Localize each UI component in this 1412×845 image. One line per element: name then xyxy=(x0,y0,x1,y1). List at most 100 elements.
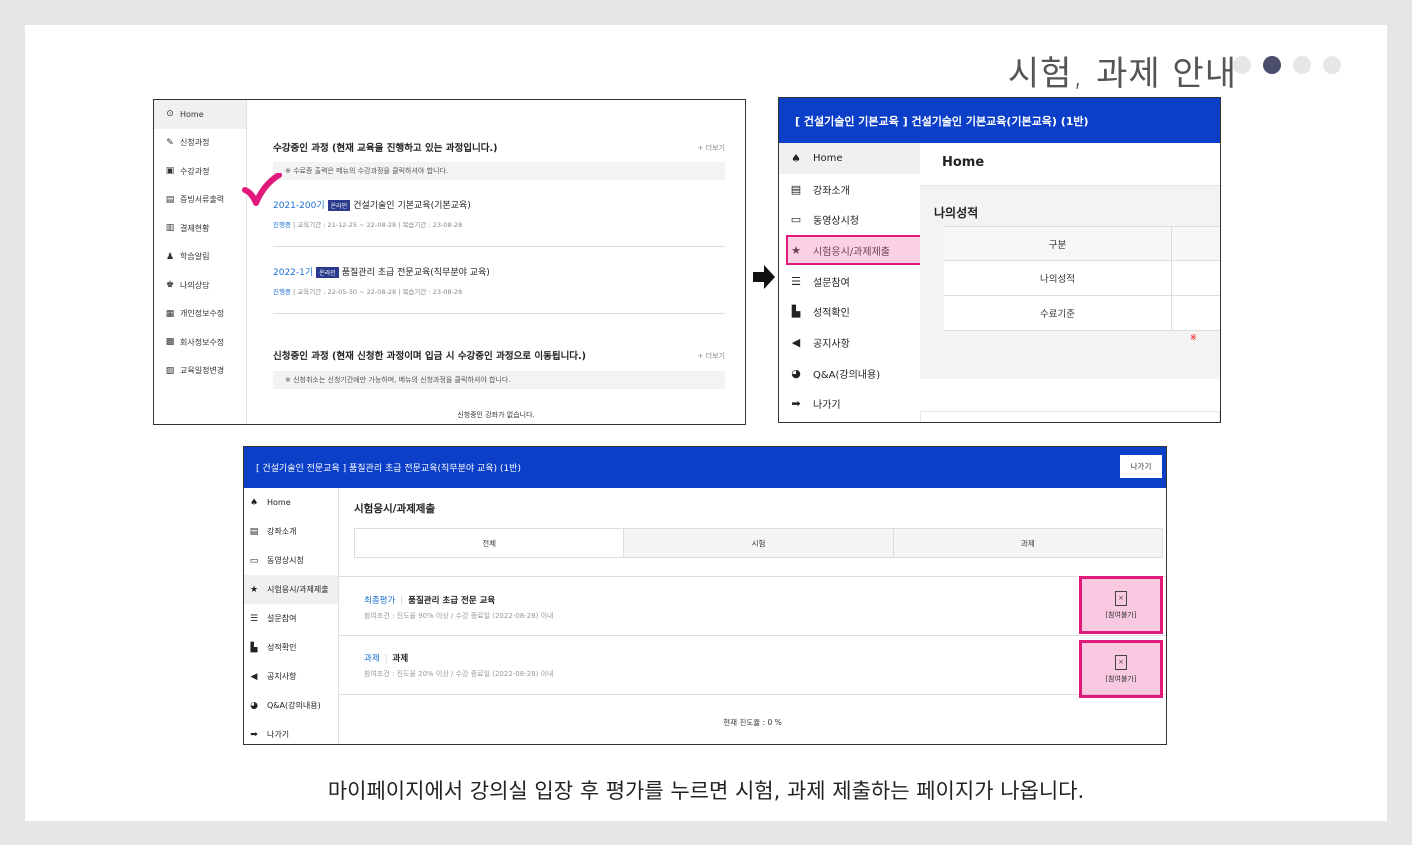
sidebar-item-consult[interactable]: ♚ 나의상담 xyxy=(154,271,246,300)
entry-name: 품질관리 초급 전문 교육 xyxy=(408,596,496,606)
tab-assignment[interactable]: 과제 xyxy=(892,529,1162,557)
exit-button[interactable]: 나가기 xyxy=(1120,455,1162,478)
mypage-sidebar: ⊙ Home ✎ 신청과정 ▣ 수강과정 ▤ 증빙서류출력 ▥ 결제현황 ♟ 학습알림 ♚ 나… xyxy=(154,100,247,424)
list-item: 최종평가 | 품질관리 초급 전문 교육 참여조건 : 진도율 90% 이상 / 수… xyxy=(364,596,554,620)
slide-caption: 마이페이지에서 강의실 입장 후 평가를 누르면 시험, 과제 제출하는 페이지… xyxy=(327,779,1085,803)
sidebar-item-intro[interactable]: ▤ 강좌소개 xyxy=(244,517,338,546)
pagination-dot-1[interactable] xyxy=(1233,56,1251,74)
participate-disabled-button[interactable]: × [참여불가] xyxy=(1079,576,1163,634)
course-review-period: 복습기간 : 23-08-28 xyxy=(402,221,463,229)
sidebar-item-label: 신청과정 xyxy=(180,138,210,148)
classroom-sidebar: ♠ Home ▤ 강좌소개 ▭ 동영상시청 ★ 시험응시/과제제출 ☰ 설문참여 ▙ 성적확… xyxy=(779,143,920,422)
sidebar-item-label: 결제현황 xyxy=(180,223,210,233)
exam-page-screenshot: [ 건설기술인 전문교육 ] 품질관리 초급 전문교육(직무분야 교육) (1반… xyxy=(243,446,1167,745)
sidebar-item-label: Q&A(강의내용) xyxy=(267,701,321,710)
home-icon: ♠ xyxy=(791,151,801,165)
sidebar-item-label: 강좌소개 xyxy=(813,185,850,197)
chat-icon: ◕ xyxy=(791,366,801,380)
receipt-icon: ▥ xyxy=(165,223,175,234)
course-meta: 진행중 | 교육기간 : 21-12-25 ~ 22-08-28 | 복습기간 … xyxy=(273,221,463,229)
sidebar-item-profile[interactable]: ▦ 개인정보수정 xyxy=(154,300,246,329)
lower-box xyxy=(920,411,1220,422)
sidebar-item-video[interactable]: ▭ 동영상시청 xyxy=(779,204,920,235)
more-link[interactable]: + 더보기 xyxy=(698,351,725,361)
exam-page-title: 시험응시/과제제출 xyxy=(354,503,436,515)
sidebar-item-grades[interactable]: ▙ 성적확인 xyxy=(244,633,338,662)
highlight-exam-menu xyxy=(786,235,927,265)
sidebar-item-label: 교육일정변경 xyxy=(180,366,225,376)
certificate-icon: ▤ xyxy=(165,194,175,205)
mypage-main: 수강중인 과정 (현재 교육을 진행하고 있는 과정입니다.) + 더보기 ※ … xyxy=(247,100,745,424)
pagination-dot-2[interactable] xyxy=(1263,56,1281,74)
sidebar-item-qna[interactable]: ◕ Q&A(강의내용) xyxy=(244,691,338,720)
pending-courses-title: 신청중인 과정 (현재 신청한 과정이며 입금 시 수강중인 과정으로 이동됩니… xyxy=(273,351,586,362)
entry-name: 과제 xyxy=(392,654,409,664)
sidebar-item-label: 공지사항 xyxy=(813,338,850,350)
classroom-sidebar: ♠ Home ▤ 강좌소개 ▭ 동영상시청 ★ 시험응시/과제제출 ☰ 설문참여 ▙ 성적확… xyxy=(244,488,339,744)
pagination-dot-3[interactable] xyxy=(1293,56,1311,74)
sidebar-item-notice[interactable]: ◀ 공지사항 xyxy=(779,327,920,358)
course-review-period: 복습기간 : 23-08-28 xyxy=(402,288,463,296)
course-item[interactable]: 2021-200기 온라인 건설기술인 기본교육(기본교육) xyxy=(273,198,471,211)
sidebar-item-intro[interactable]: ▤ 강좌소개 xyxy=(779,174,920,205)
exit-icon: ➡ xyxy=(791,397,801,411)
table-header-cell: 구분 xyxy=(944,227,1172,260)
sidebar-item-label: 성적확인 xyxy=(813,308,850,320)
pagination-dot-4[interactable] xyxy=(1323,56,1341,74)
home-icon: ♠ xyxy=(249,497,259,508)
sidebar-item-alerts[interactable]: ♟ 학습알림 xyxy=(154,243,246,272)
table-cell: 수료기준 xyxy=(944,296,1172,330)
sidebar-item-grades[interactable]: ▙ 성적확인 xyxy=(779,296,920,327)
sidebar-item-company[interactable]: ▩ 회사정보수정 xyxy=(154,328,246,357)
megaphone-icon: ◀ xyxy=(250,671,258,682)
participate-label: [참여불가] xyxy=(1105,674,1137,683)
sidebar-item-label: Home xyxy=(180,109,204,119)
schedule-icon: ▨ xyxy=(165,365,175,376)
sidebar-item-home[interactable]: ♠ Home xyxy=(244,488,338,517)
sidebar-item-home[interactable]: ⊙ Home xyxy=(154,100,246,129)
exam-tabs: 전체 시험 과제 xyxy=(354,528,1163,558)
home-icon: ⊙ xyxy=(166,109,174,120)
sidebar-item-exit[interactable]: ➡ 나가기 xyxy=(244,720,338,744)
sidebar-item-home[interactable]: ♠ Home xyxy=(779,143,920,174)
chart-icon: ▙ xyxy=(250,642,258,653)
classroom-header: [ 건설기술인 기본교육 ] 건설기술인 기본교육(기본교육) (1반) xyxy=(779,98,1220,143)
sidebar-item-label: 증빙서류출력 xyxy=(180,195,225,205)
more-link[interactable]: + 더보기 xyxy=(698,143,725,153)
sidebar-item-exit[interactable]: ➡ 나가기 xyxy=(779,389,920,420)
mypage-screenshot: ⊙ Home ✎ 신청과정 ▣ 수강과정 ▤ 증빙서류출력 ▥ 결제현황 ♟ 학습알림 ♚ 나… xyxy=(153,99,746,425)
sidebar-item-apply[interactable]: ✎ 신청과정 xyxy=(154,129,246,158)
checkmark-icon xyxy=(242,173,282,206)
table-cell: 나의성적 xyxy=(944,261,1172,295)
sidebar-item-label: 성적확인 xyxy=(267,643,297,652)
entry-category: 최종평가 xyxy=(364,596,396,606)
sidebar-item-certificates[interactable]: ▤ 증빙서류출력 xyxy=(154,186,246,215)
list-item: 과제 | 과제 참여조건 : 진도율 20% 이상 / 수강 종료일 (2022-0… xyxy=(364,654,554,678)
sidebar-item-survey[interactable]: ☰ 설문참여 xyxy=(779,266,920,297)
sidebar-item-label: 동영상시청 xyxy=(267,556,304,565)
sidebar-item-qna[interactable]: ◕ Q&A(강의내용) xyxy=(779,358,920,389)
participate-disabled-button[interactable]: × [참여불가] xyxy=(1079,640,1163,698)
table-header-row: 구분 xyxy=(944,226,1220,261)
sidebar-item-exam[interactable]: ★ 시험응시/과제제출 xyxy=(244,575,338,604)
sidebar-item-schedule[interactable]: ▨ 교육일정변경 xyxy=(154,357,246,386)
sidebar-item-survey[interactable]: ☰ 설문참여 xyxy=(244,604,338,633)
course-item[interactable]: 2022-1기 온라인 품질관리 초급 전문교육(직무분야 교육) xyxy=(273,265,490,278)
exam-main: 시험응시/과제제출 전체 시험 과제 최종평가 | 품질관리 초급 전문 교육 참여… xyxy=(339,488,1166,744)
tab-exam[interactable]: 시험 xyxy=(623,529,893,557)
tab-all[interactable]: 전체 xyxy=(355,529,624,557)
sidebar-item-courses[interactable]: ▣ 수강과정 xyxy=(154,157,246,186)
participate-label: [참여불가] xyxy=(1105,610,1137,619)
classroom-header: [ 건설기술인 전문교육 ] 품질관리 초급 전문교육(직무분야 교육) (1반… xyxy=(244,447,1166,488)
monitor-icon: ▭ xyxy=(249,555,259,566)
classroom-main: Home 나의성적 구분 나의성적 수료기준 ※ xyxy=(920,143,1220,422)
sidebar-item-notice[interactable]: ◀ 공지사항 xyxy=(244,662,338,691)
progress-text: 현재 진도율 : 0 % xyxy=(723,718,782,727)
sidebar-item-label: 설문참여 xyxy=(267,614,297,623)
sidebar-item-payment[interactable]: ▥ 결제현황 xyxy=(154,214,246,243)
online-badge: 온라인 xyxy=(327,200,351,211)
document-icon: × xyxy=(1115,654,1127,670)
sidebar-item-video[interactable]: ▭ 동영상시청 xyxy=(244,546,338,575)
profile-icon: ▦ xyxy=(165,308,175,319)
course-name: 건설기술인 기본교육(기본교육) xyxy=(353,201,471,211)
